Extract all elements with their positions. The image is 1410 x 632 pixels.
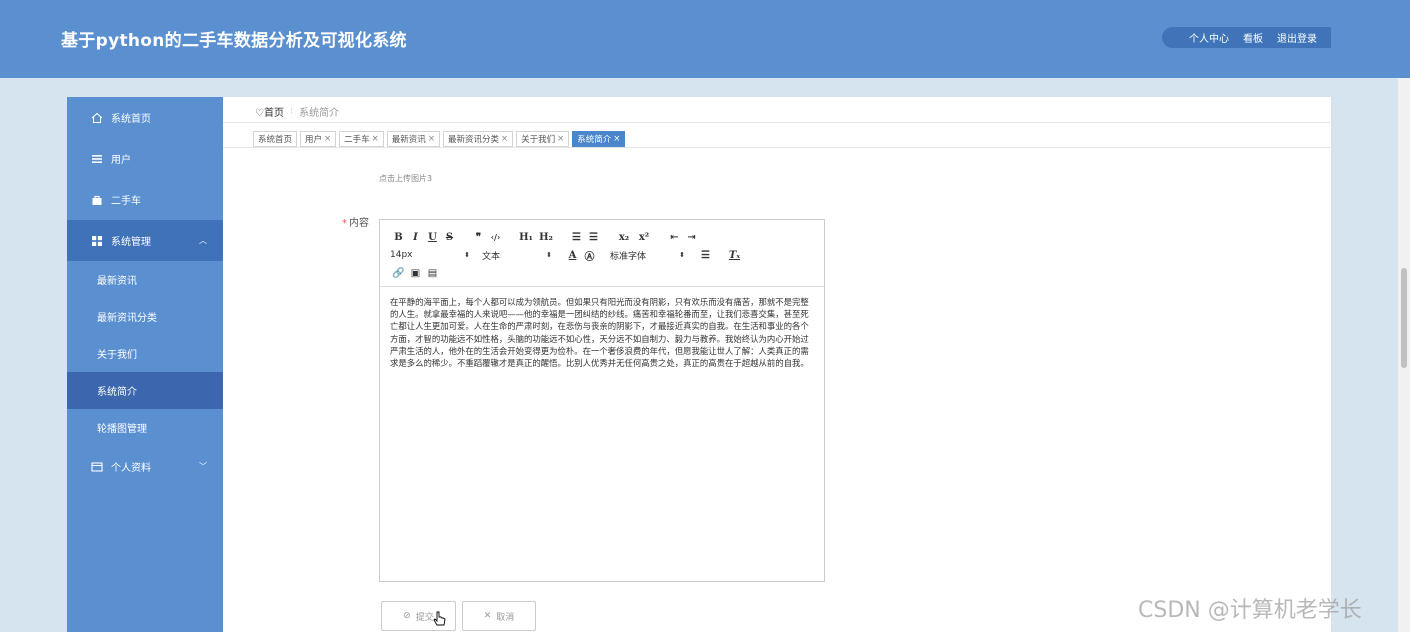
sidebar-item-profile[interactable]: 个人资料 ﹀: [67, 446, 223, 487]
sidebar-subitem-latest-news[interactable]: 最新资讯: [67, 261, 223, 298]
image-icon[interactable]: ▣: [407, 268, 424, 279]
tab-bar: 系统首页 用户 × 二手车 × 最新资讯 × 最新资讯分类 × 关于我们 × 系统简介 ×: [253, 131, 626, 147]
tab-latest-news[interactable]: 最新资讯 ×: [386, 131, 440, 147]
cancel-button[interactable]: ✕ 取消: [462, 601, 536, 631]
superscript-button[interactable]: x²: [634, 232, 654, 243]
sidebar-item-used-cars[interactable]: 二手车: [67, 179, 223, 220]
font-family-select[interactable]: 标准字体 ⬍: [610, 249, 685, 262]
sidebar-item-system-management[interactable]: 系统管理 ︿: [67, 220, 223, 261]
indent-button[interactable]: ⇥: [683, 232, 700, 243]
editor-toolbar: B I U S ❞ ‹/› H₁ H₂ ☰ ☰ x₂ x² ⇤ ⇥ 14px ⬍…: [380, 220, 824, 287]
sidebar-subitem-carousel[interactable]: 轮播图管理: [67, 409, 223, 446]
heading2-button[interactable]: H₂: [536, 232, 556, 243]
profile-center-link[interactable]: 个人中心: [1189, 30, 1229, 45]
align-button[interactable]: ☰: [697, 250, 714, 261]
top-actions: 个人中心 看板 退出登录: [1162, 27, 1331, 48]
select-arrow-icon: ⬍: [546, 251, 552, 259]
strikethrough-button[interactable]: S: [441, 232, 458, 243]
divider: [223, 147, 1331, 148]
bold-button[interactable]: B: [390, 232, 407, 243]
close-icon[interactable]: ×: [501, 134, 508, 144]
required-marker: *: [342, 218, 347, 229]
chevron-up-icon: ︿: [199, 236, 207, 245]
font-color-button[interactable]: A: [564, 250, 581, 261]
font-size-select[interactable]: 14px ⬍: [390, 250, 470, 260]
logout-link[interactable]: 退出登录: [1277, 30, 1317, 45]
italic-button[interactable]: I: [407, 232, 424, 243]
tab-used-cars[interactable]: 二手车 ×: [339, 131, 384, 147]
page-scrollbar[interactable]: [1398, 78, 1410, 632]
divider: [223, 122, 1331, 123]
video-icon[interactable]: ▤: [424, 268, 441, 279]
sidebar-subitem-news-category[interactable]: 最新资讯分类: [67, 298, 223, 335]
chevron-down-icon: ﹀: [199, 462, 207, 471]
sidebar-item-label: 二手车: [111, 196, 141, 207]
heading1-button[interactable]: H₁: [516, 232, 536, 243]
card-icon: [91, 461, 103, 473]
close-icon[interactable]: ×: [324, 134, 331, 144]
close-icon[interactable]: ×: [557, 134, 564, 144]
sidebar-item-label: 系统管理: [111, 237, 151, 248]
tab-about-us[interactable]: 关于我们 ×: [516, 131, 570, 147]
heart-icon: ♡: [255, 108, 264, 119]
header-select[interactable]: 文本 ⬍: [482, 249, 552, 262]
bullet-list-button[interactable]: ☰: [585, 232, 602, 243]
home-icon: [91, 112, 103, 124]
outdent-button[interactable]: ⇤: [666, 232, 683, 243]
rich-text-editor: B I U S ❞ ‹/› H₁ H₂ ☰ ☰ x₂ x² ⇤ ⇥ 14px ⬍…: [379, 219, 825, 582]
scrollbar-thumb[interactable]: [1401, 268, 1407, 368]
check-circle-icon: ⊘: [403, 611, 411, 621]
hand-cursor-icon: [433, 611, 447, 632]
close-icon[interactable]: ×: [428, 134, 435, 144]
app-title: 基于python的二手车数据分析及可视化系统: [61, 31, 407, 51]
sidebar-item-home[interactable]: 系统首页: [67, 97, 223, 138]
tab-system-intro[interactable]: 系统简介 ×: [572, 131, 626, 147]
close-icon[interactable]: ×: [372, 134, 379, 144]
top-header-bar: 基于python的二手车数据分析及可视化系统 个人中心 看板 退出登录: [0, 0, 1410, 78]
blockquote-button[interactable]: ❞: [470, 232, 487, 243]
breadcrumb: ♡首页 ⁝ 系统简介: [255, 104, 339, 119]
grid-icon: [91, 235, 103, 247]
breadcrumb-home[interactable]: ♡首页: [255, 104, 284, 119]
select-arrow-icon: ⬍: [464, 251, 470, 259]
tab-users[interactable]: 用户 ×: [300, 131, 337, 147]
background-color-button[interactable]: Ⓐ: [581, 248, 598, 263]
sidebar-item-label: 个人资料: [111, 463, 151, 474]
clear-format-button[interactable]: Tₓ: [726, 250, 743, 261]
editor-content[interactable]: 在平静的海平面上，每个人都可以成为领航员。但如果只有阳光而没有阴影，只有欢乐而没…: [380, 287, 824, 378]
breadcrumb-separator: ⁝: [289, 106, 294, 117]
bag-icon: [91, 194, 103, 206]
ordered-list-button[interactable]: ☰: [568, 232, 585, 243]
close-icon: ✕: [483, 611, 492, 621]
sidebar-item-label: 系统首页: [111, 114, 151, 125]
tab-news-category[interactable]: 最新资讯分类 ×: [442, 131, 514, 147]
underline-button[interactable]: U: [424, 232, 441, 243]
sidebar-item-users[interactable]: 用户: [67, 138, 223, 179]
code-block-button[interactable]: ‹/›: [487, 232, 504, 242]
breadcrumb-current: 系统简介: [299, 108, 340, 119]
dashboard-link[interactable]: 看板: [1243, 30, 1263, 45]
tab-system-home[interactable]: 系统首页: [253, 131, 298, 147]
close-icon[interactable]: ×: [613, 134, 620, 144]
list-icon: [91, 153, 103, 165]
sidebar: 系统首页 用户 二手车 系统管理 ︿ 最新资讯 最新资讯分类 关于我们 系统简介…: [67, 97, 223, 632]
select-arrow-icon: ⬍: [679, 251, 685, 259]
upload-hint[interactable]: 点击上传图片3: [379, 173, 432, 184]
sidebar-subitem-system-intro[interactable]: 系统简介: [67, 372, 223, 409]
link-icon[interactable]: 🔗: [390, 268, 407, 279]
main-content: ♡首页 ⁝ 系统简介 系统首页 用户 × 二手车 × 最新资讯 × 最新资讯分类 × 关…: [223, 97, 1331, 632]
sidebar-item-label: 用户: [111, 155, 131, 166]
sidebar-subitem-about-us[interactable]: 关于我们: [67, 335, 223, 372]
watermark: CSDN @计算机老学长: [1138, 598, 1362, 623]
content-field-label: * 内容: [342, 218, 369, 229]
subscript-button[interactable]: x₂: [614, 232, 634, 243]
